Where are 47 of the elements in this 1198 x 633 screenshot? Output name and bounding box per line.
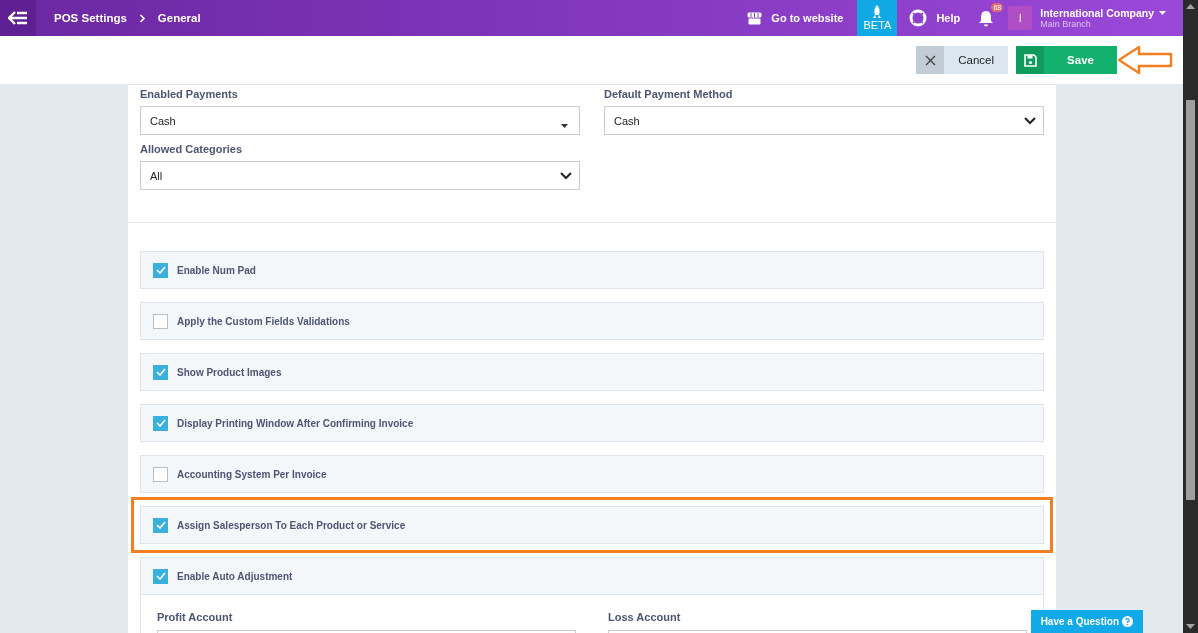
checkbox[interactable] bbox=[153, 568, 168, 584]
chevron-down-icon bbox=[560, 171, 572, 180]
breadcrumb-separator-icon bbox=[138, 13, 146, 23]
rocket-icon bbox=[872, 5, 883, 19]
checkbox[interactable] bbox=[153, 364, 168, 380]
option-label: Show Product Images bbox=[177, 366, 282, 378]
option-label: Assign Salesperson To Each Product or Service bbox=[177, 519, 406, 531]
select-field[interactable]: Cash bbox=[140, 106, 580, 135]
option-label: Enable Num Pad bbox=[177, 264, 256, 276]
lifebuoy-icon bbox=[909, 9, 928, 27]
option-label: Enable Auto Adjustment bbox=[177, 570, 293, 582]
avatar[interactable]: I bbox=[1008, 6, 1033, 30]
option-label: Apply the Custom Fields Validations bbox=[177, 315, 350, 327]
select-field[interactable]: Cash bbox=[604, 106, 1044, 135]
checkbox[interactable] bbox=[153, 415, 168, 431]
branch-name: Main Branch bbox=[1040, 19, 1092, 29]
checkbox[interactable] bbox=[153, 466, 168, 482]
help-link[interactable]: Help bbox=[909, 9, 961, 27]
scroll-down-icon bbox=[1186, 624, 1195, 629]
company-name[interactable]: International Company bbox=[1040, 7, 1154, 19]
question-icon bbox=[1122, 616, 1133, 627]
field-label: Allowed Categories bbox=[140, 143, 244, 155]
scroll-up-icon bbox=[1186, 4, 1195, 9]
chevron-down-icon bbox=[1024, 116, 1036, 125]
close-icon bbox=[924, 54, 936, 66]
scrollbar[interactable] bbox=[1183, 0, 1198, 633]
field-label: Enabled Payments bbox=[140, 88, 239, 100]
option-label: Display Printing Window After Confirming Invoice bbox=[177, 417, 414, 429]
store-icon bbox=[747, 11, 763, 25]
caret-icon bbox=[1159, 11, 1166, 15]
breadcrumb-link[interactable]: General bbox=[157, 12, 201, 24]
scrollbar-thumb[interactable] bbox=[1186, 100, 1195, 500]
select-field[interactable]: All bbox=[140, 161, 580, 190]
menu-toggle-button[interactable] bbox=[0, 0, 36, 36]
cancel-button[interactable]: Cancel bbox=[916, 46, 1008, 74]
checkbox[interactable] bbox=[153, 517, 168, 533]
checkbox[interactable] bbox=[153, 313, 168, 329]
checkbox[interactable] bbox=[153, 262, 168, 278]
field-label: Default Payment Method bbox=[604, 88, 734, 100]
caret-icon bbox=[561, 123, 568, 128]
breadcrumb-link[interactable]: POS Settings bbox=[54, 12, 127, 24]
bell-icon bbox=[978, 9, 995, 27]
field-label: Loss Account bbox=[608, 611, 682, 623]
website-link[interactable]: Go to website bbox=[747, 11, 844, 25]
back-menu-icon bbox=[8, 11, 28, 25]
option-label: Accounting System Per Invoice bbox=[177, 468, 327, 480]
field-label: Profit Account bbox=[157, 611, 234, 623]
